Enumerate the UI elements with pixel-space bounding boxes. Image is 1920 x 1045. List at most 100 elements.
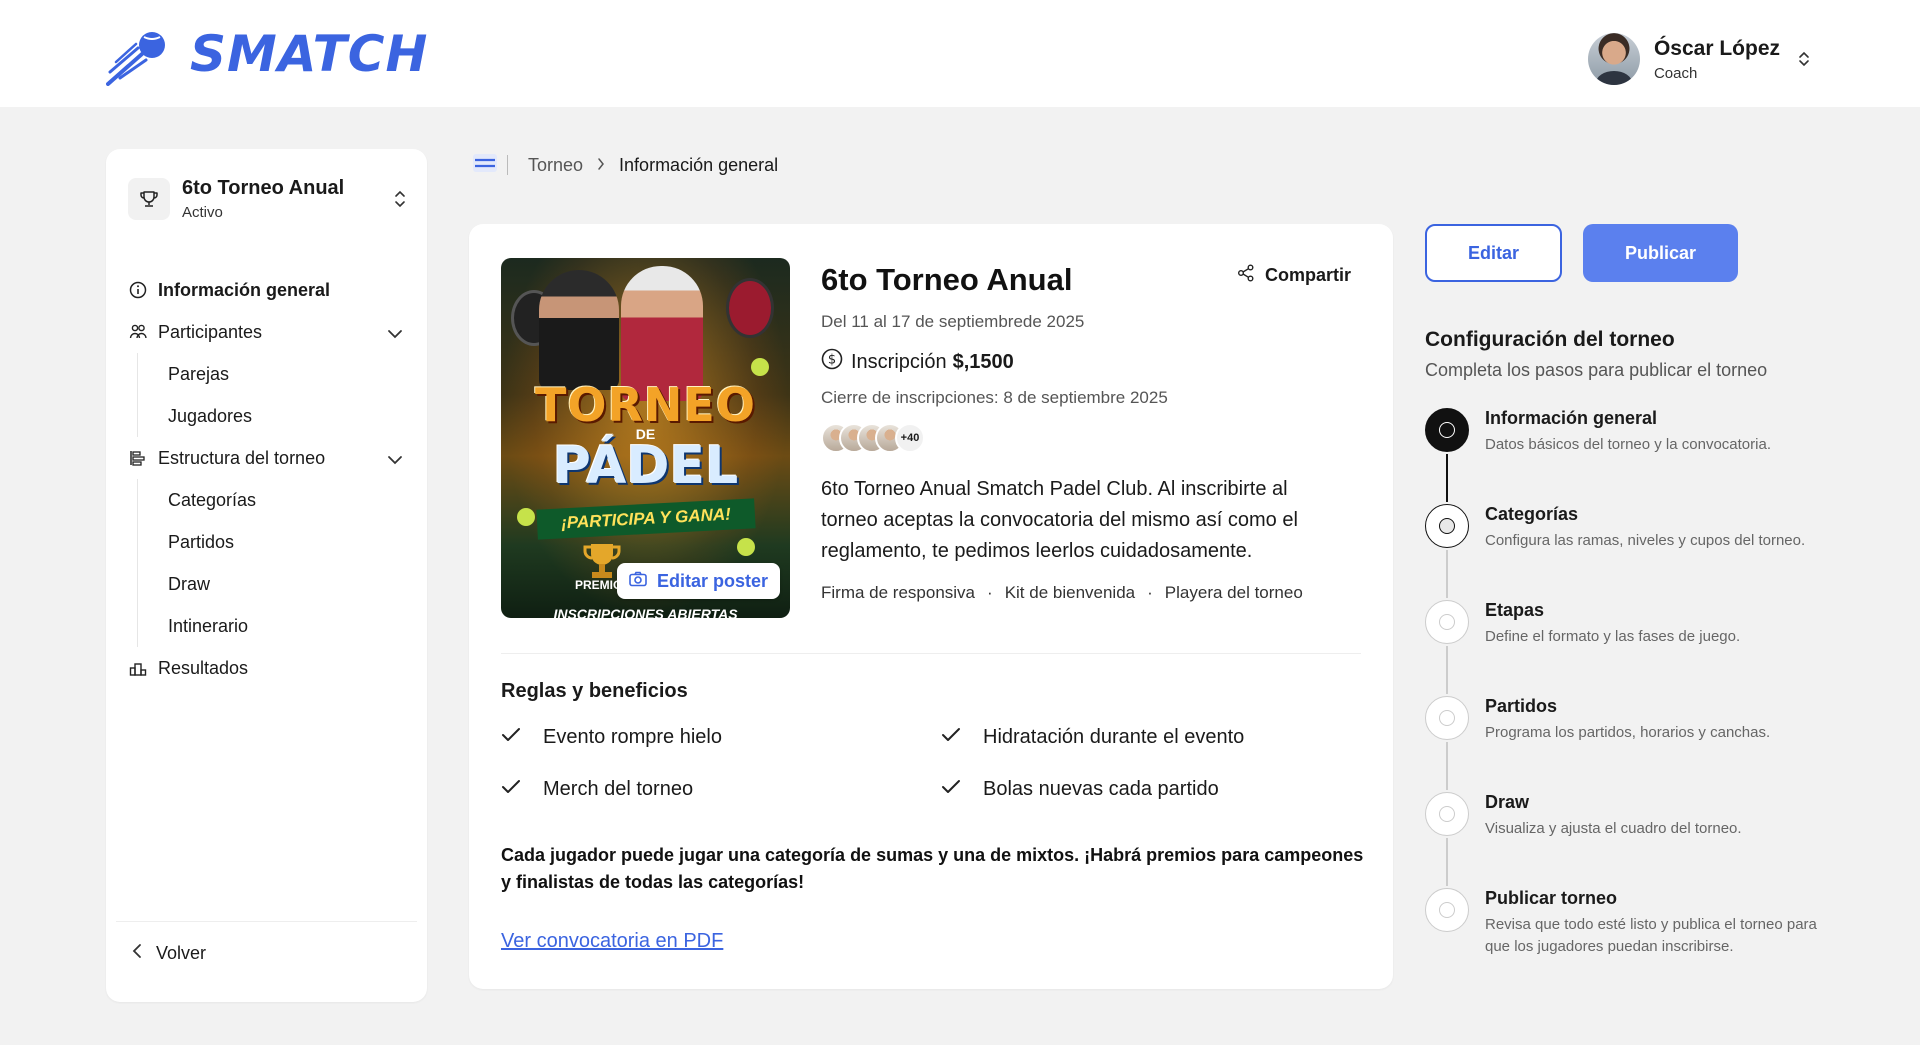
- chevron-down-icon[interactable]: [387, 449, 403, 470]
- step-desc: Visualiza y ajusta el cuadro del torneo.: [1485, 820, 1742, 837]
- publish-button[interactable]: Publicar: [1583, 224, 1738, 282]
- breadcrumb-separator: [507, 155, 508, 175]
- sidebar-item-label: Resultados: [158, 657, 249, 678]
- check-icon: [501, 778, 521, 801]
- chevron-right-icon: [597, 155, 605, 176]
- divider: [501, 653, 1361, 654]
- sidebar: 6to Torneo Anual Activo Información gene…: [106, 149, 427, 1002]
- dollar-icon: $: [821, 348, 843, 376]
- step-indicator: [1425, 696, 1469, 740]
- tournament-status: Activo: [182, 204, 223, 221]
- pdf-link[interactable]: Ver convocatoria en PDF: [501, 930, 723, 953]
- structure-icon: [128, 448, 148, 468]
- step-desc: Programa los partidos, horarios y cancha…: [1485, 724, 1771, 741]
- sidebar-subitem-draw[interactable]: Draw: [137, 563, 413, 605]
- trophy-icon: [128, 178, 170, 220]
- step-indicator: [1425, 504, 1469, 548]
- poster-player: [539, 270, 619, 390]
- step-desc: Datos básicos del torneo y la convocator…: [1485, 436, 1771, 453]
- tournament-selector[interactable]: 6to Torneo Anual Activo: [128, 173, 406, 225]
- participant-avatars[interactable]: +40: [821, 422, 1361, 454]
- rule-label: Merch del torneo: [543, 777, 694, 800]
- poster-premio: PREMIO: [575, 578, 623, 592]
- step-connector: [1446, 838, 1448, 886]
- divider: [116, 921, 417, 922]
- sidebar-subitem-parejas[interactable]: Parejas: [137, 353, 413, 395]
- step-indicator: [1425, 888, 1469, 932]
- chevron-left-icon: [132, 943, 142, 964]
- tournament-poster: TORNEO DE PÁDEL ¡PARTICIPA Y GANA! PREMI…: [501, 258, 790, 618]
- chevron-updown-icon[interactable]: [1798, 51, 1810, 67]
- step-name: Draw: [1485, 792, 1530, 812]
- registration-fee: $ Inscripción $,1500: [821, 348, 1361, 376]
- rule-item: Evento rompre hielo: [501, 722, 941, 752]
- breadcrumb-parent-link[interactable]: Torneo: [528, 155, 583, 176]
- share-icon: [1237, 264, 1255, 287]
- poster-title-bottom: PÁDEL: [552, 436, 739, 496]
- rule-item: Bolas nuevas cada partido: [941, 774, 1341, 804]
- back-button[interactable]: Volver: [132, 943, 206, 964]
- step-indicator: [1425, 408, 1469, 452]
- sidebar-item-participantes[interactable]: Participantes: [128, 311, 413, 353]
- sidebar-subitem-partidos[interactable]: Partidos: [137, 521, 413, 563]
- step-connector: [1446, 550, 1448, 598]
- sidebar-item-estructura[interactable]: Estructura del torneo: [128, 437, 413, 479]
- brand-name: SMATCH: [190, 25, 429, 83]
- back-label: Volver: [156, 943, 207, 963]
- edit-poster-button[interactable]: Editar poster: [617, 563, 781, 599]
- user-role: Coach: [1653, 64, 1698, 82]
- registration-close-date: Cierre de inscripciones: 8 de septiembre…: [821, 388, 1168, 407]
- smatch-logo[interactable]: SMATCH: [106, 25, 429, 86]
- event-perks: Firma de responsiva · Kit de bienvenida …: [821, 583, 1303, 602]
- share-label: Compartir: [1264, 265, 1351, 285]
- check-icon: [941, 778, 961, 801]
- sidebar-subitem-intinerario[interactable]: Intinerario: [137, 605, 413, 647]
- step-indicator: [1425, 792, 1469, 836]
- avatar: [1587, 33, 1640, 85]
- svg-text:$: $: [828, 353, 836, 368]
- podium-icon: [128, 658, 148, 678]
- breadcrumb-current: Información general: [619, 154, 779, 175]
- sidebar-subitem-categorias[interactable]: Categorías: [137, 479, 413, 521]
- step-categorias[interactable]: Categorías Configura las ramas, niveles …: [1425, 504, 1825, 600]
- poster-racket: [726, 278, 774, 338]
- check-icon: [501, 726, 521, 749]
- share-button[interactable]: Compartir: [1237, 264, 1351, 287]
- user-menu[interactable]: Óscar López Coach: [1587, 32, 1810, 86]
- step-partidos[interactable]: Partidos Programa los partidos, horarios…: [1425, 696, 1825, 792]
- rule-item: Merch del torneo: [501, 774, 941, 804]
- more-participants-badge: +40: [895, 423, 925, 453]
- step-name: Etapas: [1485, 600, 1545, 620]
- sidebar-subitem-jugadores[interactable]: Jugadores: [137, 395, 413, 437]
- menu-toggle-icon[interactable]: [473, 153, 497, 178]
- step-informacion-general[interactable]: Información general Datos básicos del to…: [1425, 408, 1825, 504]
- step-connector: [1446, 646, 1448, 694]
- chevron-updown-icon[interactable]: [394, 188, 406, 211]
- rules-note: Cada jugador puede jugar una categoría d…: [501, 845, 1364, 892]
- fee-label: Inscripción: [851, 350, 947, 373]
- perk-item: Kit de bienvenida: [1004, 583, 1136, 602]
- tournament-info-card: TORNEO DE PÁDEL ¡PARTICIPA Y GANA! PREMI…: [469, 224, 1393, 989]
- step-etapas[interactable]: Etapas Define el formato y las fases de …: [1425, 600, 1825, 696]
- step-draw[interactable]: Draw Visualiza y ajusta el cuadro del to…: [1425, 792, 1825, 888]
- event-dates: Del 11 al 17 de septiembrede 2025: [821, 312, 1085, 331]
- sidebar-item-label: Información general: [158, 279, 331, 300]
- step-publicar-torneo[interactable]: Publicar torneo Revisa que todo esté lis…: [1425, 888, 1825, 968]
- chevron-down-icon[interactable]: [387, 323, 403, 344]
- step-indicator: [1425, 600, 1469, 644]
- step-name: Publicar torneo: [1485, 888, 1618, 908]
- perk-item: Firma de responsiva: [821, 583, 976, 602]
- rules-list: Evento rompre hielo Hidratación durante …: [501, 722, 1341, 804]
- poster-title-top: TORNEO: [535, 378, 756, 432]
- rule-label: Bolas nuevas cada partido: [983, 777, 1219, 800]
- rules-title: Reglas y beneficios: [501, 680, 688, 702]
- config-title: Configuración del torneo: [1425, 328, 1675, 351]
- step-desc: Configura las ramas, niveles y cupos del…: [1485, 532, 1806, 549]
- check-icon: [941, 726, 961, 749]
- breadcrumb: Torneo Información general: [473, 152, 778, 178]
- fee-amount: $,1500: [952, 350, 1014, 373]
- sidebar-item-informacion-general[interactable]: Información general: [128, 269, 413, 311]
- sidebar-item-resultados[interactable]: Resultados: [128, 647, 413, 689]
- camera-icon: [629, 571, 647, 592]
- edit-button[interactable]: Editar: [1425, 224, 1562, 282]
